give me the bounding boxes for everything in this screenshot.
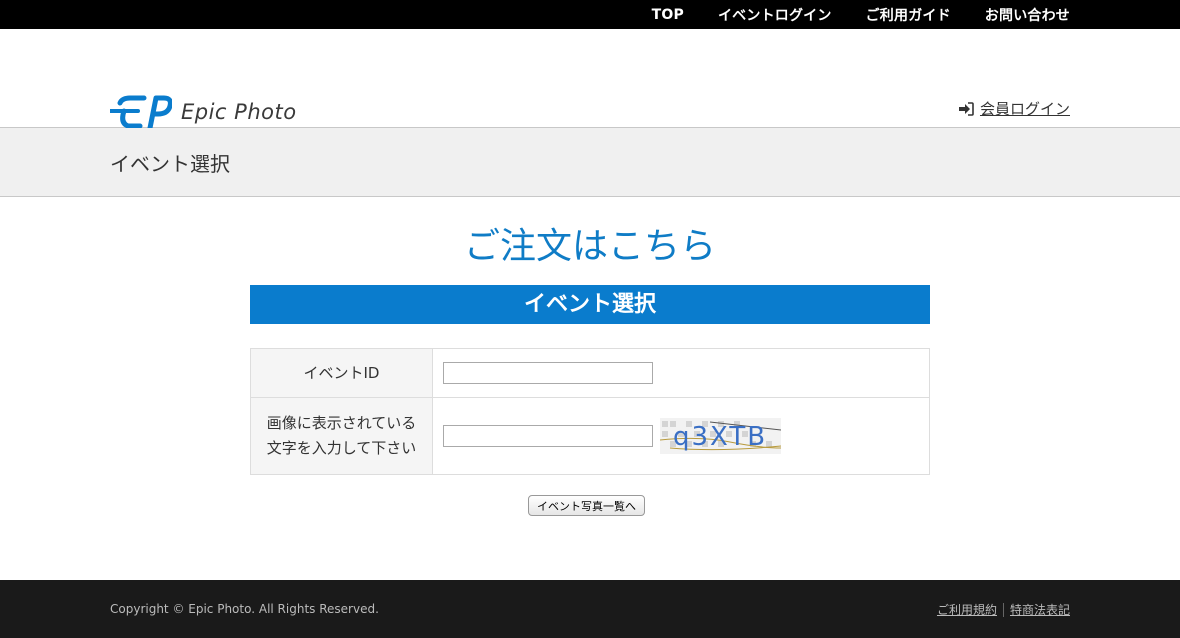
page-title-band: イベント選択	[0, 128, 1180, 197]
topnav-contact-link[interactable]: お問い合わせ	[985, 5, 1070, 25]
footer-links: ご利用規約 特商法表記	[937, 601, 1070, 618]
logo-text: Epic Photo	[181, 100, 297, 124]
site-logo[interactable]: Epic Photo	[110, 95, 297, 129]
topnav-event-login-link[interactable]: イベントログイン	[718, 5, 832, 25]
form-row-captcha: 画像に表示されている 文字を入力して下さい q3XTB	[250, 397, 930, 475]
topnav-top-link[interactable]: TOP	[652, 7, 684, 23]
footer-divider	[1002, 602, 1004, 617]
captcha-input[interactable]	[443, 425, 653, 447]
site-footer: Copyright © Epic Photo. All Rights Reser…	[0, 580, 1180, 638]
epic-photo-logo-icon	[110, 95, 172, 129]
member-login-link[interactable]: 会員ログイン	[980, 98, 1070, 119]
page-title: イベント選択	[110, 152, 230, 176]
copyright-text: Copyright © Epic Photo. All Rights Reser…	[110, 602, 379, 616]
topnav-guide-link[interactable]: ご利用ガイド	[866, 5, 951, 25]
captcha-label-line1: 画像に表示されている	[266, 414, 417, 432]
member-login[interactable]: 会員ログイン	[958, 98, 1070, 119]
site-header: Epic Photo 会員ログイン	[0, 29, 1180, 129]
event-id-label: イベントID	[250, 348, 433, 398]
captcha-text: q3XTB	[673, 422, 767, 452]
footer-commerce-law-link[interactable]: 特商法表記	[1010, 601, 1070, 618]
event-photo-list-button[interactable]: イベント写真一覧へ	[528, 495, 645, 516]
main-content: ご注文はこちら イベント選択 イベントID 画像に表示されている 文字を入力して…	[0, 197, 1180, 579]
order-title: ご注文はこちら	[463, 226, 716, 267]
captcha-image: q3XTB	[659, 418, 781, 454]
captcha-cell: q3XTB	[432, 397, 930, 475]
top-bar: TOP イベントログイン ご利用ガイド お問い合わせ	[0, 0, 1180, 29]
captcha-label-line2: 文字を入力して下さい	[266, 439, 417, 457]
footer-terms-link[interactable]: ご利用規約	[937, 601, 997, 618]
form-row-event-id: イベントID	[250, 348, 930, 398]
event-select-form: イベントID 画像に表示されている 文字を入力して下さい q3XTB	[250, 348, 930, 475]
section-title-bar: イベント選択	[250, 285, 930, 324]
event-id-input[interactable]	[443, 362, 653, 384]
event-id-cell	[432, 348, 930, 398]
captcha-label: 画像に表示されている 文字を入力して下さい	[250, 397, 433, 475]
top-nav: TOP イベントログイン ご利用ガイド お問い合わせ	[652, 0, 1070, 29]
sign-in-icon	[958, 101, 974, 116]
